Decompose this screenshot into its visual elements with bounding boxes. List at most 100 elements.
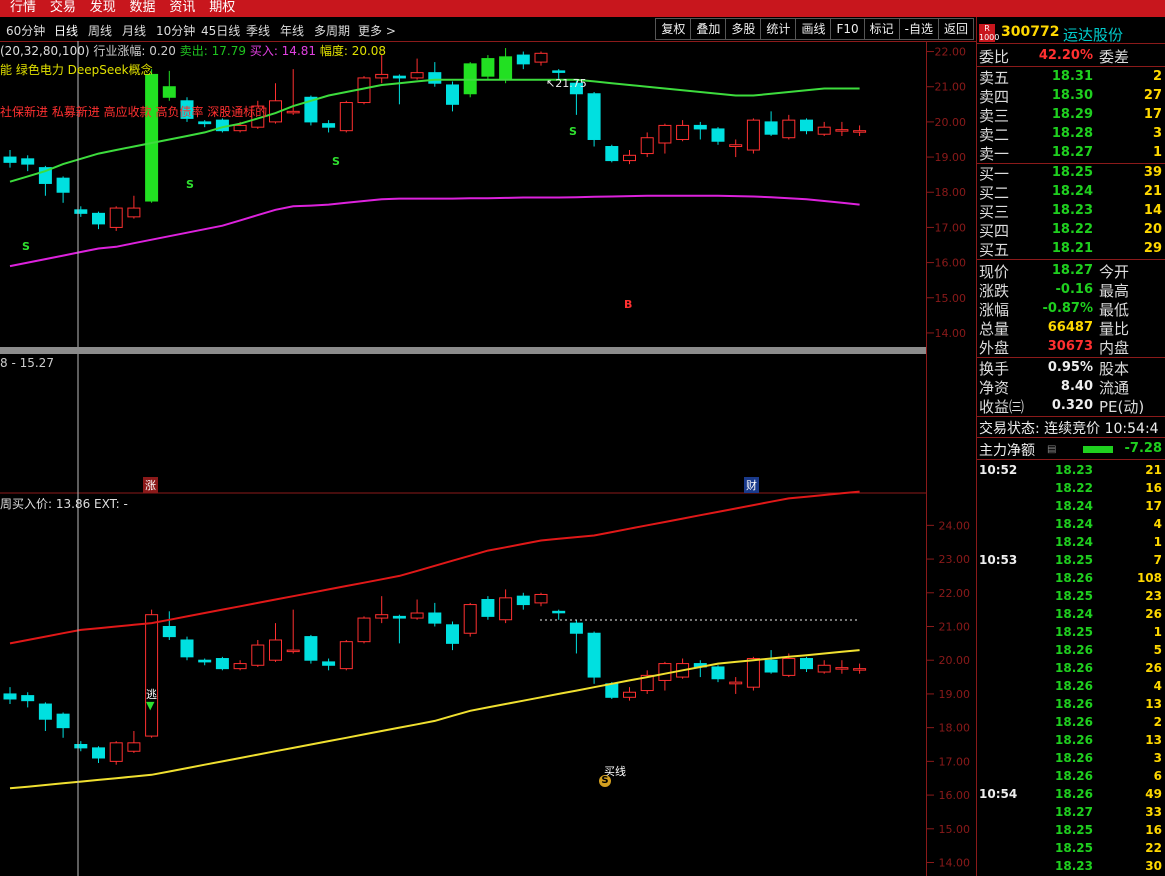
candle-body[interactable]	[516, 595, 530, 606]
candle-body[interactable]	[74, 209, 88, 214]
ask-row[interactable]: 卖四 18.30 27	[977, 86, 1165, 106]
candle-body[interactable]	[251, 644, 265, 666]
candle-body[interactable]	[269, 639, 282, 661]
candle-body[interactable]	[623, 691, 636, 698]
candle-body[interactable]	[534, 52, 548, 63]
candle-body[interactable]	[198, 659, 212, 663]
candle-body[interactable]	[127, 207, 141, 218]
candle-body[interactable]	[853, 668, 867, 671]
candle-body[interactable]	[800, 658, 813, 670]
candle-body[interactable]	[764, 121, 778, 135]
candle-body[interactable]	[180, 639, 194, 658]
ask-row[interactable]: 卖五 18.31 2	[977, 67, 1165, 87]
tab-60min[interactable]: 60分钟	[6, 22, 45, 39]
limit-up-marker[interactable]: 涨	[143, 477, 158, 493]
menu-item-discover[interactable]: 发现	[90, 1, 116, 14]
mark-button[interactable]: 标记	[863, 18, 900, 40]
menu-item-quotes[interactable]: 行情	[10, 1, 36, 14]
remove-watchlist-button[interactable]: -自选	[898, 18, 939, 40]
candle-body[interactable]	[817, 664, 831, 673]
candle-body[interactable]	[534, 593, 548, 604]
candle-body[interactable]	[162, 86, 176, 98]
tab-more[interactable]: 更多 >	[358, 22, 396, 39]
candle-body[interactable]	[145, 614, 159, 737]
bid-row[interactable]: 买三 18.23 14	[977, 201, 1165, 221]
bid-row[interactable]: 买一 18.25 39	[977, 163, 1165, 183]
candle-body[interactable]	[481, 599, 495, 617]
candle-body[interactable]	[127, 742, 141, 752]
candle-body[interactable]	[746, 658, 760, 688]
candle-body[interactable]	[835, 667, 849, 670]
f10-button[interactable]: F10	[830, 18, 865, 40]
candle-body[interactable]	[162, 625, 176, 638]
candle-body[interactable]	[782, 119, 796, 139]
bid-row[interactable]: 买五 18.21 29	[977, 239, 1165, 259]
candle-body[interactable]	[605, 683, 619, 698]
list-icon[interactable]: ▤	[1047, 444, 1056, 455]
candle-body[interactable]	[640, 137, 654, 155]
candle-body[interactable]	[233, 124, 247, 132]
candle-body[interactable]	[711, 128, 725, 142]
candle-body[interactable]	[764, 659, 778, 673]
candle-body[interactable]	[21, 695, 35, 702]
candle-body[interactable]	[3, 156, 17, 163]
stats-button[interactable]: 统计	[760, 18, 797, 40]
candle-body[interactable]	[693, 124, 707, 130]
candle-body[interactable]	[587, 93, 601, 140]
candle-body[interactable]	[428, 612, 442, 624]
candle-body[interactable]	[410, 72, 424, 79]
candle-body[interactable]	[481, 58, 495, 77]
multi-stock-button[interactable]: 多股	[725, 18, 762, 40]
candle-body[interactable]	[233, 663, 247, 670]
candle-body[interactable]	[38, 703, 52, 720]
candle-body[interactable]	[729, 144, 743, 148]
ask-row[interactable]: 卖二 18.28 3	[977, 124, 1165, 144]
stock-name[interactable]: 运达股份	[1063, 24, 1123, 45]
candle-body[interactable]	[410, 612, 424, 619]
candle-body[interactable]	[392, 75, 406, 79]
candle-body[interactable]	[746, 119, 760, 151]
candle-body[interactable]	[658, 124, 672, 144]
menu-item-data[interactable]: 数据	[130, 1, 156, 14]
candle-body[interactable]	[21, 158, 35, 165]
candle-body[interactable]	[3, 693, 17, 700]
candle-body[interactable]	[463, 604, 477, 634]
candle-body[interactable]	[446, 84, 459, 105]
candle-body[interactable]	[56, 177, 70, 193]
tab-10min[interactable]: 10分钟	[156, 22, 195, 39]
candle-body[interactable]	[516, 54, 530, 65]
candle-body[interactable]	[800, 119, 813, 132]
candle-body[interactable]	[109, 207, 123, 228]
tab-multi-period[interactable]: 多周期	[314, 22, 350, 39]
tab-yearly[interactable]: 年线	[280, 22, 304, 39]
candle-body[interactable]	[552, 610, 566, 614]
candle-body[interactable]	[676, 124, 690, 140]
candle-body[interactable]	[835, 129, 849, 132]
candle-body[interactable]	[499, 597, 513, 621]
candle-body[interactable]	[145, 73, 159, 202]
back-button[interactable]: 返回	[937, 18, 974, 40]
menu-item-options[interactable]: 期权	[209, 1, 235, 14]
candle-body[interactable]	[587, 632, 601, 678]
candle-body[interactable]	[357, 617, 371, 643]
ask-row[interactable]: 卖一 18.27 1	[977, 143, 1165, 163]
panel-separator[interactable]	[0, 347, 926, 354]
candle-body[interactable]	[286, 649, 300, 653]
candle-body[interactable]	[782, 658, 796, 676]
candle-body[interactable]	[552, 70, 566, 73]
candle-body[interactable]	[392, 615, 406, 619]
candle-body[interactable]	[375, 614, 389, 619]
candle-body[interactable]	[339, 102, 353, 132]
tab-45day[interactable]: 45日线	[201, 22, 240, 39]
candle-body[interactable]	[198, 121, 212, 125]
candle-body[interactable]	[56, 713, 70, 729]
candle-body[interactable]	[569, 622, 583, 634]
candle-body[interactable]	[853, 130, 867, 133]
candle-body[interactable]	[92, 212, 105, 225]
kline-chart[interactable]: 22.00 21.00 20.00 19.00 18.00 17.00 16.00 15.00…	[0, 41, 976, 876]
candle-body[interactable]	[339, 641, 353, 670]
candle-body[interactable]	[446, 624, 459, 644]
ask-row[interactable]: 卖三 18.29 17	[977, 105, 1165, 125]
candle-body[interactable]	[729, 681, 743, 685]
candle-body[interactable]	[92, 747, 105, 759]
